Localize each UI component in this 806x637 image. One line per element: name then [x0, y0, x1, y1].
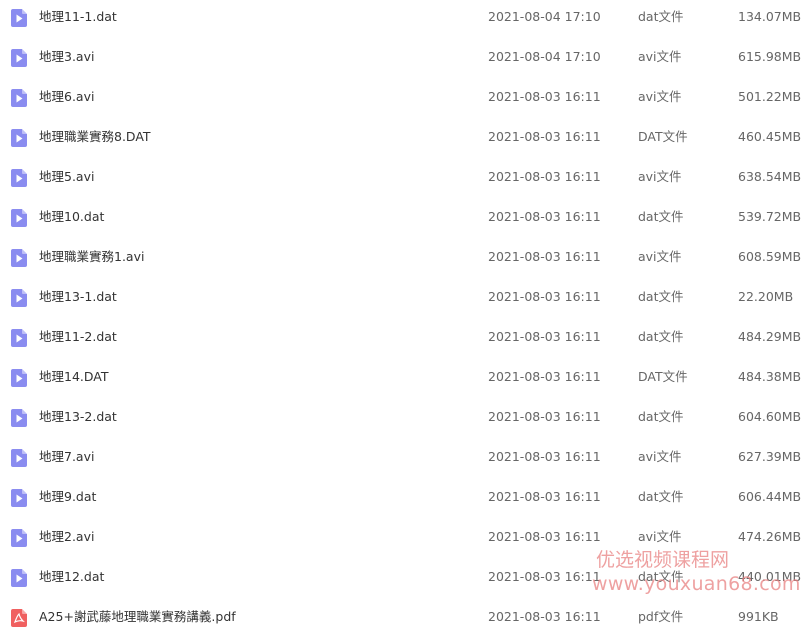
file-size: 440.01MB: [738, 569, 802, 584]
file-row[interactable]: 地理職業實務1.avi 2021-08-03 16:11 avi文件 608.5…: [0, 237, 806, 277]
file-type: dat文件: [638, 9, 684, 24]
video-file-icon: [11, 569, 27, 587]
file-name[interactable]: 地理5.avi: [39, 169, 94, 185]
file-name[interactable]: 地理職業實務8.DAT: [39, 129, 151, 145]
file-date: 2021-08-03 16:11: [488, 129, 601, 144]
file-date: 2021-08-03 16:11: [488, 169, 601, 184]
file-name[interactable]: 地理10.dat: [39, 209, 104, 225]
file-date: 2021-08-03 16:11: [488, 569, 601, 584]
file-type: dat文件: [638, 289, 684, 304]
video-file-icon: [11, 329, 27, 347]
file-type: avi文件: [638, 529, 682, 544]
file-row[interactable]: 地理12.dat 2021-08-03 16:11 dat文件 440.01MB: [0, 557, 806, 597]
file-size: 460.45MB: [738, 129, 802, 144]
file-size: 604.60MB: [738, 409, 802, 424]
file-date: 2021-08-03 16:11: [488, 489, 601, 504]
file-date: 2021-08-03 16:11: [488, 369, 601, 384]
video-file-icon: [11, 529, 27, 547]
file-size: 606.44MB: [738, 489, 802, 504]
file-date: 2021-08-03 16:11: [488, 409, 601, 424]
video-file-icon: [11, 369, 27, 387]
file-type: dat文件: [638, 329, 684, 344]
file-date: 2021-08-03 16:11: [488, 289, 601, 304]
file-row[interactable]: 地理9.dat 2021-08-03 16:11 dat文件 606.44MB: [0, 477, 806, 517]
file-name[interactable]: 地理3.avi: [39, 49, 94, 65]
video-file-icon: [11, 89, 27, 107]
file-size: 22.20MB: [738, 289, 794, 304]
file-type: avi文件: [638, 89, 682, 104]
file-name[interactable]: 地理13-2.dat: [39, 409, 117, 425]
file-date: 2021-08-04 17:10: [488, 49, 601, 64]
file-size: 991KB: [738, 609, 779, 624]
video-file-icon: [11, 449, 27, 467]
file-row[interactable]: 地理11-1.dat 2021-08-04 17:10 dat文件 134.07…: [0, 0, 806, 37]
file-size: 474.26MB: [738, 529, 802, 544]
file-size: 484.29MB: [738, 329, 802, 344]
file-size: 608.59MB: [738, 249, 802, 264]
file-name[interactable]: 地理14.DAT: [39, 369, 109, 385]
file-size: 134.07MB: [738, 9, 802, 24]
file-row[interactable]: 地理14.DAT 2021-08-03 16:11 DAT文件 484.38MB: [0, 357, 806, 397]
file-type: avi文件: [638, 249, 682, 264]
file-size: 638.54MB: [738, 169, 802, 184]
file-type: dat文件: [638, 489, 684, 504]
file-name[interactable]: 地理11-1.dat: [39, 9, 117, 25]
video-file-icon: [11, 169, 27, 187]
file-type: avi文件: [638, 49, 682, 64]
file-size: 627.39MB: [738, 449, 802, 464]
file-date: 2021-08-03 16:11: [488, 249, 601, 264]
file-name[interactable]: 地理12.dat: [39, 569, 104, 585]
file-type: dat文件: [638, 209, 684, 224]
file-name[interactable]: 地理9.dat: [39, 489, 96, 505]
file-type: dat文件: [638, 409, 684, 424]
video-file-icon: [11, 49, 27, 67]
file-date: 2021-08-03 16:11: [488, 529, 601, 544]
file-name[interactable]: 地理13-1.dat: [39, 289, 117, 305]
file-row[interactable]: 地理6.avi 2021-08-03 16:11 avi文件 501.22MB: [0, 77, 806, 117]
video-file-icon: [11, 209, 27, 227]
file-name[interactable]: A25+謝武藤地理職業實務講義.pdf: [39, 609, 236, 625]
video-file-icon: [11, 489, 27, 507]
file-row[interactable]: 地理7.avi 2021-08-03 16:11 avi文件 627.39MB: [0, 437, 806, 477]
file-row[interactable]: A25+謝武藤地理職業實務講義.pdf 2021-08-03 16:11 pdf…: [0, 597, 806, 637]
file-name[interactable]: 地理11-2.dat: [39, 329, 117, 345]
file-row[interactable]: 地理10.dat 2021-08-03 16:11 dat文件 539.72MB: [0, 197, 806, 237]
video-file-icon: [11, 249, 27, 267]
file-size: 484.38MB: [738, 369, 802, 384]
file-type: DAT文件: [638, 369, 688, 384]
file-date: 2021-08-03 16:11: [488, 89, 601, 104]
file-row[interactable]: 地理職業實務8.DAT 2021-08-03 16:11 DAT文件 460.4…: [0, 117, 806, 157]
pdf-file-icon: [11, 609, 27, 627]
video-file-icon: [11, 289, 27, 307]
file-type: avi文件: [638, 169, 682, 184]
file-row[interactable]: 地理13-1.dat 2021-08-03 16:11 dat文件 22.20M…: [0, 277, 806, 317]
file-row[interactable]: 地理11-2.dat 2021-08-03 16:11 dat文件 484.29…: [0, 317, 806, 357]
file-name[interactable]: 地理7.avi: [39, 449, 94, 465]
file-row[interactable]: 地理13-2.dat 2021-08-03 16:11 dat文件 604.60…: [0, 397, 806, 437]
file-row[interactable]: 地理3.avi 2021-08-04 17:10 avi文件 615.98MB: [0, 37, 806, 77]
file-type: avi文件: [638, 449, 682, 464]
file-date: 2021-08-03 16:11: [488, 329, 601, 344]
file-size: 539.72MB: [738, 209, 802, 224]
video-file-icon: [11, 129, 27, 147]
file-list: 地理11-1.dat 2021-08-04 17:10 dat文件 134.07…: [0, 0, 806, 637]
file-date: 2021-08-03 16:11: [488, 609, 601, 624]
file-date: 2021-08-04 17:10: [488, 9, 601, 24]
file-date: 2021-08-03 16:11: [488, 209, 601, 224]
video-file-icon: [11, 9, 27, 27]
file-type: dat文件: [638, 569, 684, 584]
file-type: DAT文件: [638, 129, 688, 144]
file-row[interactable]: 地理2.avi 2021-08-03 16:11 avi文件 474.26MB: [0, 517, 806, 557]
file-size: 501.22MB: [738, 89, 802, 104]
file-name[interactable]: 地理職業實務1.avi: [39, 249, 144, 265]
file-type: pdf文件: [638, 609, 684, 624]
video-file-icon: [11, 409, 27, 427]
file-row[interactable]: 地理5.avi 2021-08-03 16:11 avi文件 638.54MB: [0, 157, 806, 197]
file-name[interactable]: 地理6.avi: [39, 89, 94, 105]
file-name[interactable]: 地理2.avi: [39, 529, 94, 545]
file-date: 2021-08-03 16:11: [488, 449, 601, 464]
file-size: 615.98MB: [738, 49, 802, 64]
